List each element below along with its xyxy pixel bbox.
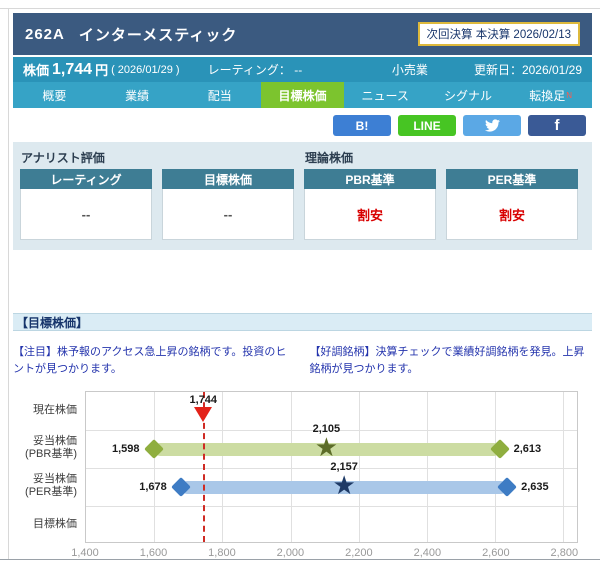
price-bar: 株価 1,744 円 ( 2026/01/29 ) レーティング： -- 小売業… — [13, 57, 592, 82]
line-share-button[interactable]: LINE — [398, 115, 456, 136]
analyst-title: アナリスト評価 — [21, 149, 294, 166]
gridline — [427, 392, 428, 542]
tab-tenkansoku[interactable]: 転換足N — [509, 82, 592, 108]
stock-header: 262A インターメスティック 次回決算 本決算 2026/02/13 — [13, 13, 592, 55]
chart-row-label: 妥当株価(PBR基準) — [13, 435, 77, 461]
card-value: 割安 — [304, 189, 436, 240]
gridline — [495, 392, 496, 542]
x-tick-label: 2,800 — [551, 547, 579, 559]
card-header: PER基準 — [446, 169, 578, 189]
x-tick-label: 2,600 — [482, 547, 510, 559]
frame-left-border — [8, 8, 9, 559]
tab-performance[interactable]: 業績 — [96, 82, 179, 108]
analyst-group: アナリスト評価 レーティング--目標株価-- — [20, 148, 294, 240]
share-row: B! LINE f — [13, 115, 592, 137]
range-max-value: 2,613 — [514, 443, 542, 455]
theoretical-cards: PBR基準割安PER基準割安 — [304, 169, 578, 240]
section-title: 【目標株価】 — [13, 313, 592, 331]
x-tick-label: 1,800 — [208, 547, 236, 559]
rating-panel: アナリスト評価 レーティング--目標株価-- 理論株価 PBR基準割安PER基準… — [13, 142, 592, 250]
twitter-bird-icon — [485, 118, 500, 133]
stock-page: 262A インターメスティック 次回決算 本決算 2026/02/13 株価 1… — [0, 0, 600, 566]
price-date: ( 2026/01/29 ) — [111, 64, 180, 76]
card-value: -- — [20, 189, 152, 240]
rating-card: PBR基準割安 — [304, 169, 436, 240]
promo-notes: 【注目】株予報のアクセス急上昇の銘柄です。投資のヒントが見つかります。 【好調銘… — [13, 344, 592, 377]
card-header: 目標株価 — [162, 169, 294, 189]
x-tick-label: 1,600 — [140, 547, 168, 559]
fair-value-number: 2,157 — [330, 461, 358, 473]
card-value: -- — [162, 189, 294, 240]
frame-top-border — [0, 8, 600, 9]
fair-value-number: 2,105 — [313, 423, 341, 435]
current-price-value: 1,744 — [190, 394, 218, 406]
range-min-value: 1,598 — [112, 443, 140, 455]
theoretical-title: 理論株価 — [305, 149, 578, 166]
price-label: 株価 — [23, 60, 49, 79]
gridline — [563, 392, 564, 542]
facebook-f-icon: f — [555, 117, 560, 134]
sector-label: 小売業 — [392, 61, 428, 78]
chart-row-label: 現在株価 — [13, 404, 77, 417]
fair-value-star-marker: ★ — [315, 435, 338, 461]
range-min-value: 1,678 — [139, 481, 167, 493]
rating-card: レーティング-- — [20, 169, 152, 240]
price-unit: 円 — [95, 60, 108, 79]
range-max-value: 2,635 — [521, 481, 549, 493]
stock-name: インターメスティック — [79, 24, 238, 45]
twitter-share-button[interactable] — [463, 115, 521, 136]
row-divider — [86, 506, 577, 507]
tab-signal[interactable]: シグナル — [427, 82, 510, 108]
note-strong-stocks[interactable]: 【好調銘柄】決算チェックで業績好調銘柄を発見。上昇銘柄が見つかります。 — [310, 344, 593, 377]
x-tick-label: 2,000 — [277, 547, 305, 559]
note-attention[interactable]: 【注目】株予報のアクセス急上昇の銘柄です。投資のヒントが見つかります。 — [13, 344, 296, 377]
card-value: 割安 — [446, 189, 578, 240]
hatena-bookmark-label: B! — [356, 119, 369, 133]
gridline — [291, 392, 292, 542]
tab-bar: 概要業績配当目標株価ニュースシグナル転換足N — [13, 82, 592, 108]
target-price-chart: 現在株価妥当株価(PBR基準) 妥当株価(PER基準) 目標株価 1,744 ★ 1,5… — [13, 387, 592, 566]
x-tick-label: 1,400 — [71, 547, 99, 559]
chart-x-axis-labels: 1,4001,6001,8002,0002,2002,4002,6002,800 — [85, 547, 578, 563]
rating-card: 目標株価-- — [162, 169, 294, 240]
gridline — [359, 392, 360, 542]
card-header: PBR基準 — [304, 169, 436, 189]
price-value: 1,744 — [52, 61, 92, 79]
next-earnings-badge: 次回決算 本決算 2026/02/13 — [418, 22, 580, 46]
tab-overview[interactable]: 概要 — [13, 82, 96, 108]
chart-row-label: 目標株価 — [13, 518, 77, 531]
stock-code: 262A — [25, 26, 65, 43]
chart-row-label: 妥当株価(PER基準) — [13, 473, 77, 499]
updated-date: 更新日：2026/01/29 — [474, 61, 582, 78]
tab-news[interactable]: ニュース — [344, 82, 427, 108]
tab-dividend[interactable]: 配当 — [178, 82, 261, 108]
gridline — [154, 392, 155, 542]
rating-inline: レーティング： -- — [208, 61, 303, 78]
current-price-marker — [194, 407, 212, 422]
analyst-cards: レーティング--目標株価-- — [20, 169, 294, 240]
x-tick-label: 2,400 — [414, 547, 442, 559]
chart-row-labels: 現在株価妥当株価(PBR基準) 妥当株価(PER基準) 目標株価 — [13, 391, 77, 543]
line-label: LINE — [413, 119, 440, 133]
theoretical-group: 理論株価 PBR基準割安PER基準割安 — [304, 148, 578, 240]
hatena-bookmark-share-button[interactable]: B! — [333, 115, 391, 136]
rating-card: PER基準割安 — [446, 169, 578, 240]
card-header: レーティング — [20, 169, 152, 189]
tab-target-price[interactable]: 目標株価 — [261, 82, 344, 108]
x-tick-label: 2,200 — [345, 547, 373, 559]
gridline — [222, 392, 223, 542]
chart-plot-area: 1,744★1,5982,6132,105★1,6782,6352,157 — [85, 391, 578, 543]
facebook-share-button[interactable]: f — [528, 115, 586, 136]
fair-value-star-marker: ★ — [332, 473, 355, 499]
tab-new-indicator: N — [566, 91, 572, 100]
